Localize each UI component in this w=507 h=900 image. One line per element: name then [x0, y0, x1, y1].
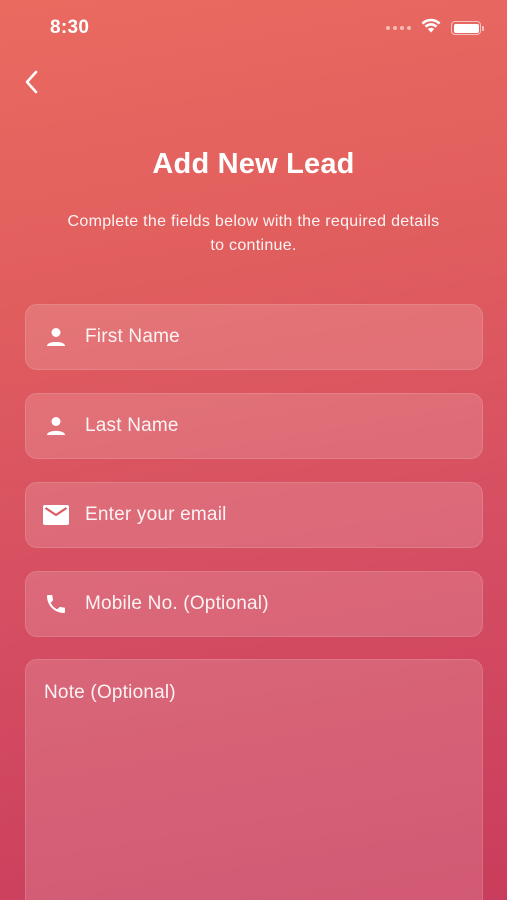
note-field[interactable] [25, 659, 483, 900]
email-field[interactable] [25, 482, 483, 548]
wifi-icon [421, 18, 441, 38]
note-textarea[interactable] [44, 682, 464, 900]
cellular-signal-icon [386, 26, 411, 30]
status-time: 8:30 [50, 17, 90, 38]
mobile-input[interactable] [85, 593, 465, 615]
chevron-left-icon [24, 69, 40, 100]
person-icon [41, 322, 71, 352]
status-indicators [386, 18, 484, 38]
first-name-field[interactable] [25, 304, 483, 370]
battery-icon [451, 21, 484, 35]
last-name-field[interactable] [25, 393, 483, 459]
page-title: Add New Lead [152, 148, 355, 180]
person-icon [41, 411, 71, 441]
page-subtitle: Complete the fields below with the requi… [67, 213, 440, 254]
first-name-input[interactable] [85, 326, 465, 348]
status-bar: 8:30 [0, 0, 507, 56]
back-button[interactable] [14, 66, 50, 102]
mobile-field[interactable] [25, 571, 483, 637]
email-input[interactable] [85, 504, 465, 526]
mail-icon [41, 500, 71, 530]
last-name-input[interactable] [85, 415, 465, 437]
phone-icon [41, 589, 71, 619]
